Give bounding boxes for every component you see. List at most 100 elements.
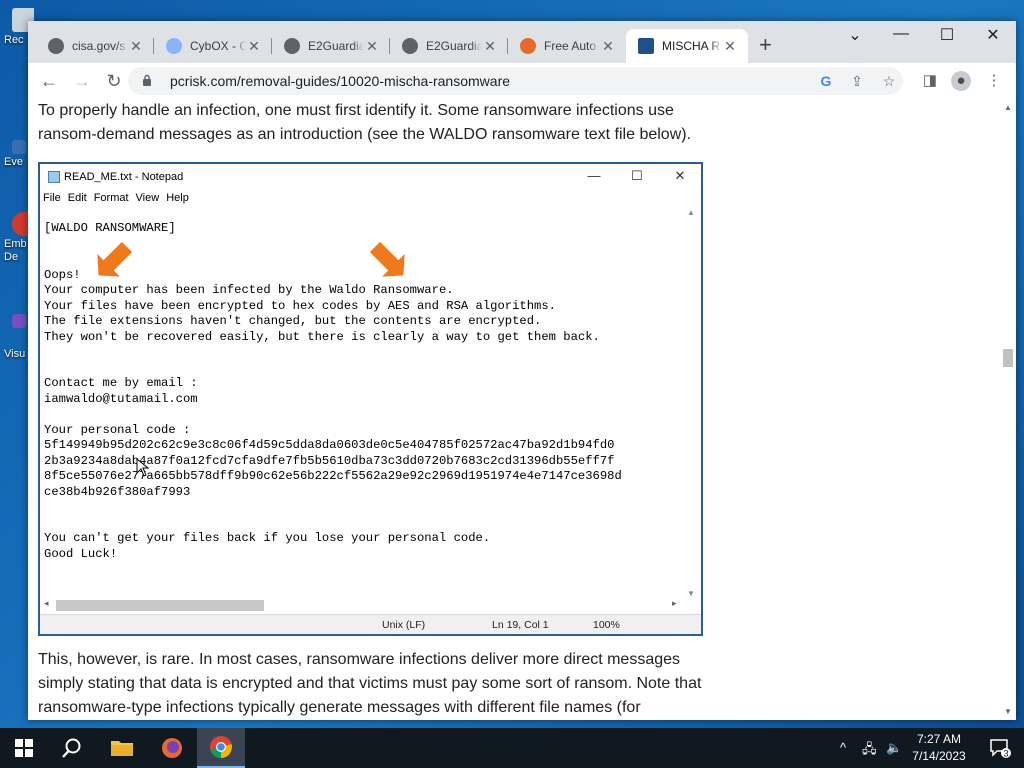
maximize-icon[interactable]: ☐ xyxy=(932,25,962,45)
new-tab-button[interactable]: + xyxy=(759,34,772,56)
tab-title: MISCHA R xyxy=(662,39,721,53)
outro-paragraph: This, however, is rare. In most cases, r… xyxy=(38,651,702,716)
menu-file: File xyxy=(43,192,61,204)
firefox-button[interactable] xyxy=(148,728,196,768)
tab-title: E2Guardia xyxy=(308,39,364,53)
menu-edit: Edit xyxy=(67,192,87,204)
notepad-icon xyxy=(48,171,60,183)
scroll-down-icon[interactable]: ▼ xyxy=(1004,707,1012,716)
tab-cybox[interactable]: CybOX - C ✕ xyxy=(154,29,272,63)
tab-free-auto[interactable]: Free Auto ✕ xyxy=(508,29,626,63)
browser-toolbar: ← → ↻ pcrisk.com/removal-guides/10020-mi… xyxy=(28,63,1016,99)
firefox-favicon-icon xyxy=(520,38,536,54)
search-button[interactable] xyxy=(48,728,96,768)
show-hidden-icons-icon[interactable]: ^ xyxy=(840,740,846,755)
scroll-up-icon[interactable]: ▲ xyxy=(1004,103,1012,112)
pcrisk-favicon-icon xyxy=(638,38,654,54)
share-icon[interactable]: ⇪ xyxy=(848,72,866,90)
close-window-icon[interactable]: ✕ xyxy=(978,25,1008,45)
menu-view: View xyxy=(135,192,160,204)
scroll-up-icon: ▲ xyxy=(687,208,695,217)
scroll-down-icon: ▼ xyxy=(687,589,695,598)
back-arrow-icon[interactable]: ← xyxy=(37,69,61,93)
tab-bar: cisa.gov/s ✕ CybOX - C ✕ E2Guardia ✕ E2G… xyxy=(28,21,1016,63)
taskbar-clock[interactable]: 7:27 AM 7/14/2023 xyxy=(906,731,972,765)
notepad-menubar: File Edit Format View Help xyxy=(43,192,189,204)
globe-icon xyxy=(402,38,418,54)
cybox-favicon-icon xyxy=(166,38,182,54)
tab-e2guardian-1[interactable]: E2Guardia ✕ xyxy=(272,29,390,63)
desktop-icon-label: Eve xyxy=(4,156,23,168)
globe-icon xyxy=(284,38,300,54)
minimize-icon[interactable]: — xyxy=(886,25,916,43)
minimize-icon: — xyxy=(587,168,601,183)
close-tab-icon[interactable]: ✕ xyxy=(364,38,380,55)
tab-cisa[interactable]: cisa.gov/s ✕ xyxy=(36,29,154,63)
notepad-title: READ_ME.txt - Notepad xyxy=(64,171,184,183)
notepad-horizontal-scrollbar: ◂ ▸ xyxy=(40,598,701,612)
maximize-icon: ☐ xyxy=(631,168,643,183)
scroll-left-icon: ◂ xyxy=(44,598,49,608)
scroll-thumb[interactable] xyxy=(1003,349,1013,367)
network-icon[interactable]: 🖧 xyxy=(862,740,877,762)
windows-logo-icon xyxy=(15,739,33,757)
reload-icon[interactable]: ↻ xyxy=(102,69,126,93)
profile-avatar-icon[interactable]: ● xyxy=(951,71,971,91)
close-tab-icon[interactable]: ✕ xyxy=(128,38,144,55)
chrome-button[interactable] xyxy=(197,728,245,768)
mouse-cursor-icon xyxy=(136,458,150,477)
visual-studio-icon xyxy=(12,314,26,328)
notepad-titlebar: READ_ME.txt - Notepad — ☐ ✕ xyxy=(40,164,701,190)
page-content: To properly handle an infection, one mus… xyxy=(28,99,1000,720)
page-scrollbar[interactable]: ▲ ▼ xyxy=(1000,99,1016,720)
start-button[interactable] xyxy=(0,728,48,768)
notepad-screenshot: READ_ME.txt - Notepad — ☐ ✕ File Edit Fo… xyxy=(38,162,703,636)
status-position: Ln 19, Col 1 xyxy=(492,619,549,631)
tab-title: cisa.gov/s xyxy=(72,39,126,53)
close-icon: ✕ xyxy=(674,168,686,183)
status-encoding: Unix (LF) xyxy=(382,619,426,631)
chrome-icon xyxy=(210,736,232,758)
google-lens-icon[interactable]: G xyxy=(817,72,835,90)
search-icon xyxy=(62,738,81,758)
scroll-right-icon: ▸ xyxy=(672,598,677,608)
address-bar[interactable]: pcrisk.com/removal-guides/10020-mischa-r… xyxy=(128,67,903,95)
menu-format: Format xyxy=(93,192,129,204)
lock-icon xyxy=(143,74,151,86)
close-tab-icon[interactable]: ✕ xyxy=(482,38,498,55)
side-panel-icon[interactable]: ◨ xyxy=(920,71,940,91)
close-tab-icon[interactable]: ✕ xyxy=(246,38,262,55)
globe-icon xyxy=(48,38,64,54)
notification-count: 3 xyxy=(1003,749,1008,759)
notepad-statusbar: Unix (LF) Ln 19, Col 1 100% xyxy=(40,614,701,634)
forward-arrow-icon[interactable]: → xyxy=(70,69,94,93)
notification-icon: 3 xyxy=(990,739,1011,759)
clock-time: 7:27 AM xyxy=(916,732,962,746)
bookmark-star-icon[interactable]: ☆ xyxy=(880,72,898,90)
firefox-icon xyxy=(162,738,182,758)
tab-mischa-active[interactable]: MISCHA R ✕ xyxy=(626,29,748,63)
tab-e2guardian-2[interactable]: E2Guardia ✕ xyxy=(390,29,508,63)
orange-arrow-icon xyxy=(95,239,135,279)
tab-search-icon[interactable]: ⌄ xyxy=(840,25,870,45)
menu-help: Help xyxy=(166,192,189,204)
desktop-icon-label: Rec xyxy=(4,34,24,46)
file-explorer-button[interactable] xyxy=(98,728,146,768)
tab-title: CybOX - C xyxy=(190,39,246,53)
browser-window: cisa.gov/s ✕ CybOX - C ✕ E2Guardia ✕ E2G… xyxy=(28,21,1016,720)
intro-paragraph: To properly handle an infection, one mus… xyxy=(38,102,692,143)
tab-title: E2Guardia xyxy=(426,39,482,53)
close-tab-icon[interactable]: ✕ xyxy=(600,38,616,55)
url-text[interactable]: pcrisk.com/removal-guides/10020-mischa-r… xyxy=(170,73,510,89)
orange-arrow-icon xyxy=(367,239,407,279)
folder-icon xyxy=(111,741,133,756)
clock-date: 7/14/2023 xyxy=(912,749,966,763)
menu-kebab-icon[interactable]: ⋮ xyxy=(984,71,1004,91)
taskbar: ^ 🖧 🔈 7:27 AM 7/14/2023 3 xyxy=(0,728,1024,768)
notification-center-button[interactable]: 3 xyxy=(976,728,1024,768)
event-viewer-icon xyxy=(12,140,26,154)
volume-muted-icon[interactable]: 🔈 xyxy=(886,740,902,756)
tab-title: Free Auto xyxy=(544,39,597,53)
close-tab-icon[interactable]: ✕ xyxy=(722,38,738,55)
scroll-thumb xyxy=(56,600,264,611)
